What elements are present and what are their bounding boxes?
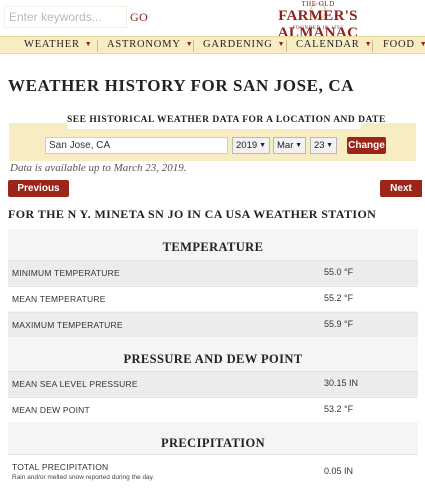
nav-astronomy[interactable]: ASTRONOMY ▼ — [107, 39, 193, 50]
row-label: MAXIMUM TEMPERATURE — [12, 320, 123, 330]
main-nav: WEATHER ▼ ASTRONOMY ▼ GARDENING ▼ CALENDAR ▼… — [0, 36, 425, 54]
row-value: 55.9 °F — [324, 319, 354, 329]
previous-day-button[interactable]: Previous Day — [8, 180, 69, 211]
search-input[interactable] — [7, 8, 125, 26]
change-button[interactable]: Change — [347, 137, 386, 154]
nav-gardening[interactable]: GARDENING ▼ — [203, 39, 285, 50]
row-label: MEAN TEMPERATURE — [12, 294, 106, 304]
lookup-heading: SEE HISTORICAL WEATHER DATA FOR A LOCATI… — [67, 115, 386, 125]
month-select-value: Mar — [277, 140, 294, 151]
year-select[interactable]: 2019 ▼ — [232, 137, 270, 154]
nav-divider — [97, 40, 98, 52]
chevron-down-icon: ▼ — [259, 142, 266, 149]
month-select[interactable]: Mar ▼ — [273, 137, 306, 154]
chevron-down-icon: ▼ — [295, 142, 302, 149]
chevron-down-icon: ▼ — [419, 40, 425, 48]
table-row: TOTAL PRECIPITATION 0.05 IN Rain and/or … — [8, 454, 418, 491]
table-row: MEAN DEW POINT 53.2 °F — [8, 397, 418, 422]
chevron-down-icon: ▼ — [277, 40, 286, 48]
availability-note: Data is available up to March 23, 2019. — [10, 162, 187, 174]
table-row: MEAN SEA LEVEL PRESSURE 30.15 IN — [8, 371, 418, 396]
logo-the-old: THE OLD — [301, 0, 335, 8]
nav-divider — [193, 40, 194, 52]
location-input[interactable] — [45, 137, 228, 154]
table-row: MINIMUM TEMPERATURE 55.0 °F — [8, 260, 418, 285]
weather-data-table: TEMPERATURE MINIMUM TEMPERATURE 55.0 °F … — [8, 229, 418, 491]
nav-divider — [286, 40, 287, 52]
row-value: 55.2 °F — [324, 293, 354, 303]
temperature-heading: TEMPERATURE — [162, 240, 264, 254]
nav-weather[interactable]: WEATHER ▼ — [24, 39, 93, 50]
chevron-down-icon: ▼ — [84, 40, 93, 48]
nav-food-label: FOOD — [383, 39, 415, 50]
row-label: MINIMUM TEMPERATURE — [12, 268, 120, 278]
row-label: TOTAL PRECIPITATION — [12, 462, 109, 472]
nav-food[interactable]: FOOD ▼ — [383, 39, 425, 50]
row-label: MEAN SEA LEVEL PRESSURE — [12, 379, 138, 389]
nav-astronomy-label: ASTRONOMY — [107, 39, 181, 50]
next-day-button[interactable]: Next Day — [380, 180, 422, 211]
table-row: MAXIMUM TEMPERATURE 55.9 °F — [8, 312, 418, 337]
logo-founded: FOUNDED IN 1792 — [292, 26, 344, 31]
go-button[interactable]: GO — [130, 10, 148, 25]
chevron-down-icon: ▼ — [326, 142, 333, 149]
day-select[interactable]: 23 ▼ — [310, 137, 337, 154]
farmers-almanac-logo[interactable]: THE OLD FARMER'S ALMANAC FOUNDED IN 1792 — [238, 0, 398, 41]
page-title: WEATHER HISTORY FOR SAN JOSE, CA — [8, 76, 355, 95]
row-value: 55.0 °F — [324, 267, 354, 277]
nav-divider — [372, 40, 373, 52]
row-value: 53.2 °F — [324, 404, 354, 414]
top-bar: GO THE OLD FARMER'S ALMANAC FOUNDED IN 1… — [0, 0, 425, 41]
row-label: MEAN DEW POINT — [12, 405, 90, 415]
nav-calendar-label: CALENDAR — [296, 39, 360, 50]
day-select-value: 23 — [314, 140, 325, 151]
precipitation-heading: PRECIPITATION — [160, 436, 266, 450]
year-select-value: 2019 — [236, 140, 258, 151]
nav-gardening-label: GARDENING — [203, 39, 273, 50]
station-title: FOR THE N Y. MINETA SN JO IN CA USA WEAT… — [8, 207, 377, 221]
row-note: Rain and/or melted snow reported during … — [12, 474, 155, 481]
row-value: 0.05 IN — [324, 466, 354, 476]
row-value: 30.15 IN — [324, 378, 359, 388]
table-row: MEAN TEMPERATURE 55.2 °F — [8, 286, 418, 311]
nav-calendar[interactable]: CALENDAR ▼ — [296, 39, 372, 50]
nav-weather-label: WEATHER — [24, 39, 80, 50]
pressure-heading: PRESSURE AND DEW POINT — [123, 352, 303, 366]
